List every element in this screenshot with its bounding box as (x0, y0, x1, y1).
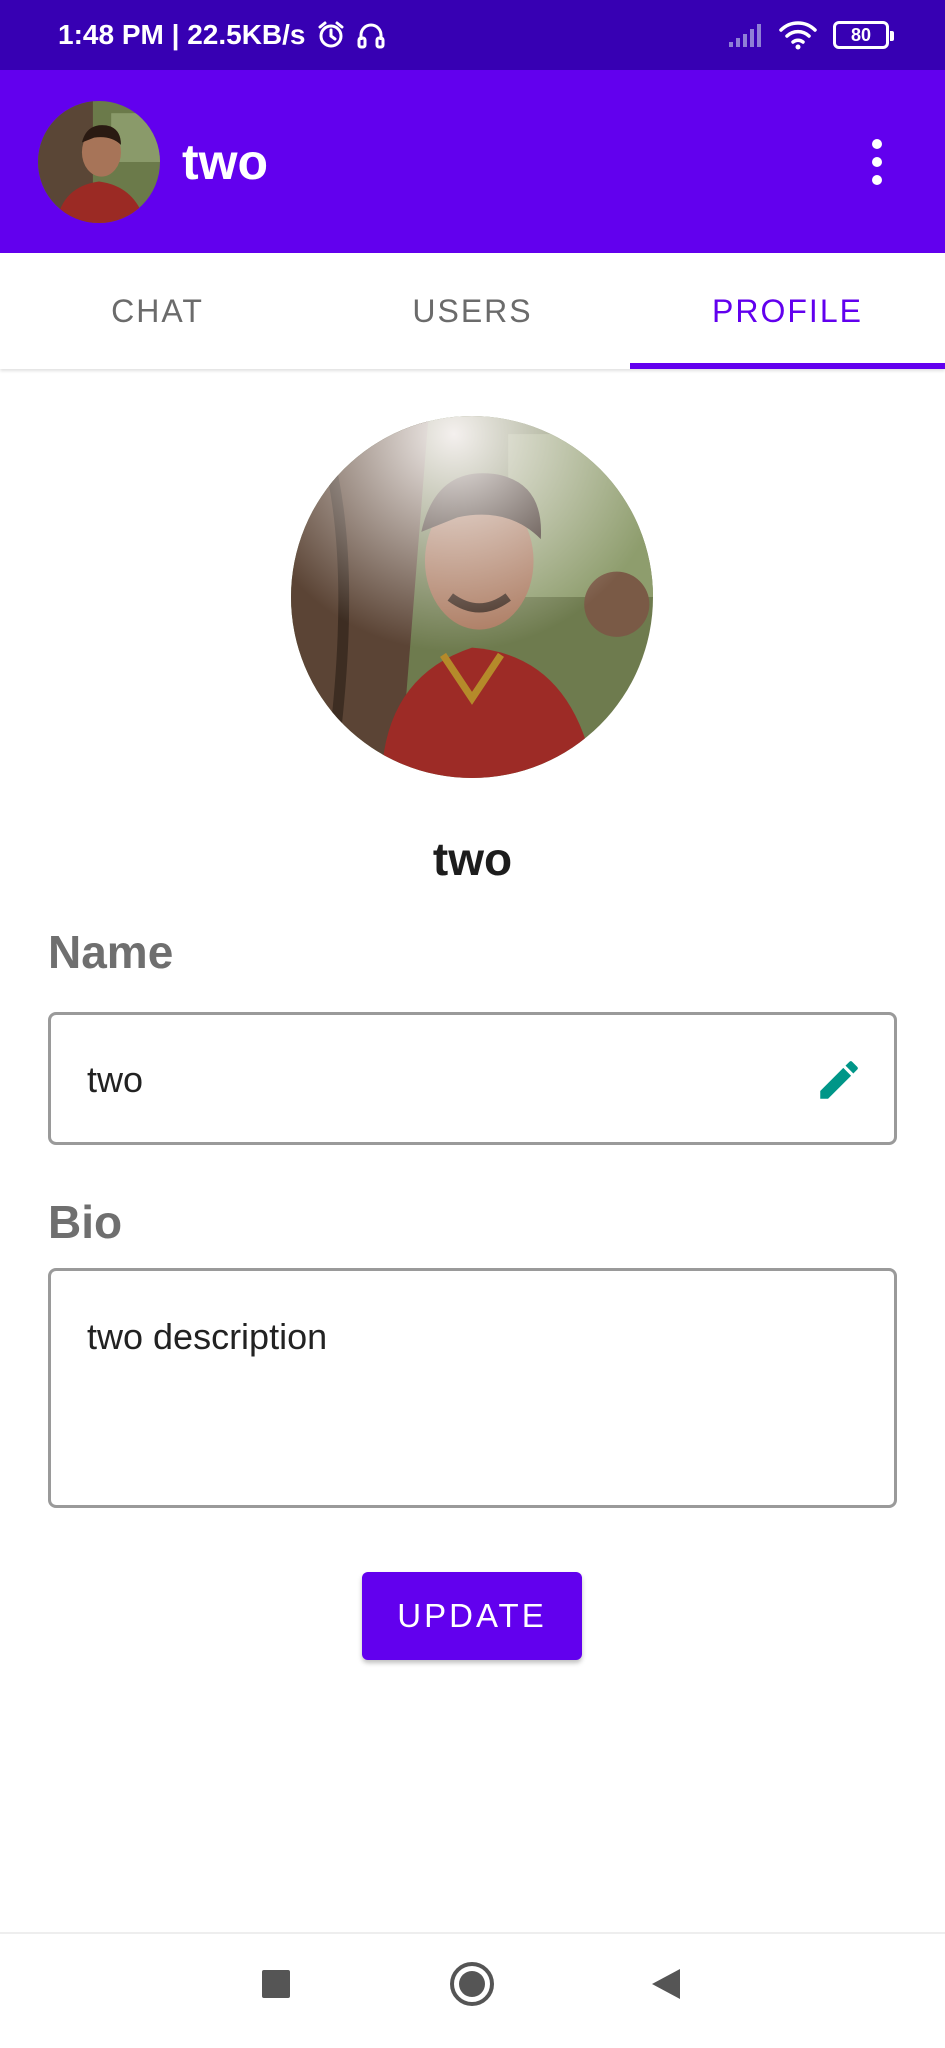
wifi-icon (779, 21, 817, 50)
app-bar: two (0, 70, 945, 253)
update-button[interactable]: UPDATE (362, 1572, 582, 1660)
name-label: Name (48, 926, 174, 978)
bio-field-value: two description (87, 1316, 328, 1357)
home-circle-icon[interactable] (448, 1960, 496, 2008)
headset-icon (357, 23, 385, 49)
profile-image (291, 416, 653, 778)
avatar-image (38, 100, 160, 223)
battery-level: 80 (850, 24, 872, 45)
status-bar: 1:48 PM | 22.5KB/s 80 (0, 0, 945, 70)
tab-users[interactable]: USERS (315, 253, 630, 369)
bio-field[interactable]: two description (48, 1268, 897, 1508)
back-triangle-icon[interactable] (648, 1962, 684, 2006)
app-title: two (182, 133, 269, 190)
menu-dot (872, 174, 882, 185)
status-right: 80 (727, 20, 894, 50)
more-vert-icon[interactable] (847, 122, 907, 202)
tab-chat[interactable]: CHAT (0, 253, 315, 369)
tab-bar: CHAT USERS PROFILE (0, 253, 945, 369)
battery-icon: 80 (833, 21, 894, 49)
system-nav-bar (0, 1932, 945, 2048)
menu-dot (872, 138, 882, 149)
bio-label: Bio (48, 1196, 123, 1248)
name-field[interactable]: two (48, 1012, 897, 1145)
status-left: 1:48 PM | 22.5KB/s (58, 19, 386, 51)
menu-dot (872, 156, 882, 167)
alarm-icon (318, 21, 344, 48)
edit-icon[interactable] (814, 1055, 864, 1105)
signal-icon (729, 24, 761, 47)
profile-display-name: two (432, 833, 513, 885)
user-avatar[interactable] (38, 100, 160, 223)
tab-profile[interactable]: PROFILE (630, 253, 945, 369)
status-time-speed: 1:48 PM | 22.5KB/s (58, 19, 306, 50)
name-field-value: two (87, 1059, 144, 1100)
profile-photo[interactable] (291, 416, 653, 778)
recents-square-icon[interactable] (256, 1962, 296, 2006)
